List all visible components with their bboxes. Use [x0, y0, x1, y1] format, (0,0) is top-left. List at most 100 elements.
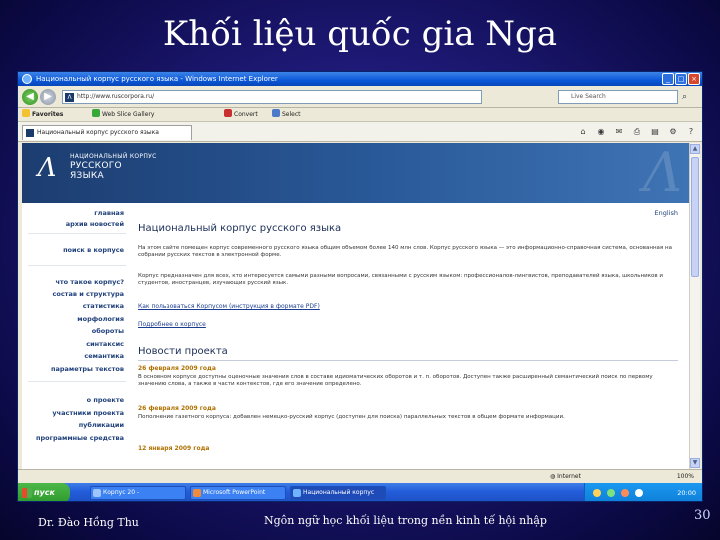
taskbar-item-ie[interactable]: Национальный корпус — [290, 486, 386, 500]
footer-topic: Ngôn ngữ học khối liệu trong nền kinh tế… — [264, 514, 547, 527]
maximize-icon[interactable]: □ — [675, 73, 687, 85]
tray-icon[interactable] — [607, 489, 615, 497]
search-placeholder: Live Search — [571, 93, 606, 100]
ie-taskbar-icon — [293, 489, 301, 497]
sidebar-item-structure[interactable]: состав и структура — [53, 290, 124, 298]
taskbar-item-powerpoint[interactable]: Microsoft PowerPoint — [190, 486, 286, 500]
footer-author: Dr. Đào Hồng Thu — [38, 516, 139, 529]
address-input[interactable]: Λ http://www.ruscorpora.ru/ — [62, 90, 482, 104]
sidebar-item-software[interactable]: программные средства — [36, 434, 124, 442]
pdf-icon — [224, 109, 232, 117]
intro-text: На этом сайте помещен корпус современног… — [138, 245, 672, 258]
forward-button[interactable]: ▶ — [40, 89, 56, 105]
address-text: http://www.ruscorpora.ru/ — [77, 93, 155, 100]
select-icon — [272, 109, 280, 117]
zoom-level[interactable]: 100% — [677, 470, 694, 483]
sidebar-item-syntax[interactable]: синтаксис — [86, 340, 124, 348]
tab-ruscorpora[interactable]: Национальный корпус русского языка — [22, 125, 192, 140]
favorites-bar: Favorites Web Slice Gallery Convert Sele… — [18, 108, 702, 122]
web-slice-link[interactable]: Web Slice Gallery — [92, 108, 154, 122]
web-page: Λ НАЦИОНАЛЬНЫЙ КОРПУС РУССКОГО ЯЗЫКА Λ г… — [22, 143, 690, 469]
scroll-thumb[interactable] — [691, 157, 699, 277]
news-text: В основном корпусе доступны оценочные зн… — [138, 374, 653, 387]
page-number: 30 — [694, 508, 711, 523]
logo-watermark-icon: Λ — [643, 143, 682, 204]
minimize-icon[interactable]: _ — [662, 73, 674, 85]
sidebar-item-participants[interactable]: участники проекта — [52, 409, 124, 417]
more-about-link[interactable]: Подробнее о корпусе — [138, 321, 206, 328]
tools-icon[interactable]: ⚙ — [668, 127, 678, 137]
news-heading: Новости проекта — [138, 346, 228, 357]
purpose-text: Корпус предназначен для всех, кто интере… — [138, 273, 663, 286]
address-bar: ◀ ▶ Λ http://www.ruscorpora.ru/ Live Sea… — [18, 86, 702, 108]
window-title: Национальный корпус русского языка - Win… — [36, 75, 278, 83]
clock[interactable]: 20:00 — [677, 483, 696, 501]
sidebar-item-phrases[interactable]: обороты — [92, 327, 124, 335]
sidebar-nav: главная архив новостей поиск в корпусе ч… — [22, 203, 128, 469]
tab-title: Национальный корпус русского языка — [37, 129, 159, 136]
scroll-down-icon[interactable]: ▼ — [690, 458, 700, 468]
back-button[interactable]: ◀ — [22, 89, 38, 105]
site-logo-text: НАЦИОНАЛЬНЫЙ КОРПУС РУССКОГО ЯЗЫКА — [70, 153, 157, 181]
news-divider — [138, 360, 678, 361]
ruscorpora-logo-icon[interactable]: Λ — [30, 151, 64, 185]
start-button[interactable]: пуск — [18, 483, 70, 501]
sidebar-divider — [28, 265, 126, 266]
page-title: Национальный корпус русского языка — [138, 223, 342, 234]
tray-icon[interactable] — [621, 489, 629, 497]
sidebar-item-morphology[interactable]: морфология — [77, 315, 124, 323]
close-icon[interactable]: × — [688, 73, 700, 85]
favorites-link[interactable]: Favorites — [22, 108, 63, 122]
news-text: Пополнение газетного корпуса: добавлен н… — [138, 414, 565, 420]
site-favicon-icon: Λ — [65, 93, 74, 102]
sidebar-item-what-is-corpus[interactable]: что такое корпус? — [55, 278, 124, 286]
select-button[interactable]: Select — [272, 108, 301, 122]
status-bar: ◍ Internet 100% — [18, 469, 702, 483]
feeds-icon[interactable]: ◉ — [596, 127, 606, 137]
security-zone: ◍ Internet — [550, 473, 581, 480]
sidebar-item-publications[interactable]: публикации — [79, 421, 124, 429]
internet-explorer-icon — [22, 74, 32, 84]
sidebar-item-semantics[interactable]: семантика — [84, 352, 124, 360]
search-icon[interactable]: ⌕ — [682, 91, 694, 103]
news-date: 12 января 2009 года — [138, 445, 210, 452]
page-scrollbar[interactable]: ▲ ▼ — [689, 143, 700, 469]
sidebar-item-about[interactable]: о проекте — [87, 396, 124, 404]
browser-window: Национальный корпус русского языка - Win… — [17, 71, 703, 502]
print-icon[interactable]: ⎙ — [632, 127, 642, 137]
mail-icon[interactable]: ✉ — [614, 127, 624, 137]
sidebar-item-news-archive[interactable]: архив новостей — [66, 220, 124, 228]
sidebar-item-search[interactable]: поиск в корпусе — [63, 246, 124, 254]
sidebar-item-text-params[interactable]: параметры текстов — [51, 365, 124, 373]
word-icon — [93, 489, 101, 497]
sidebar-item-home[interactable]: главная — [94, 209, 124, 217]
sidebar-item-statistics[interactable]: статистика — [83, 302, 124, 310]
tab-favicon-icon — [26, 129, 34, 137]
english-link[interactable]: English — [655, 209, 678, 217]
page-menu-icon[interactable]: ▤ — [650, 127, 660, 137]
main-content: English Национальный корпус русского язы… — [132, 203, 688, 469]
volume-icon[interactable] — [635, 489, 643, 497]
windows-taskbar: пуск Корпус 20 - Microsoft PowerPoint На… — [18, 483, 702, 501]
window-controls: _ □ × — [662, 73, 700, 85]
star-icon — [22, 109, 30, 117]
sidebar-divider — [28, 233, 126, 234]
search-input[interactable]: Live Search — [558, 90, 678, 104]
tab-bar: Национальный корпус русского языка ⌂ ◉ ✉… — [18, 122, 702, 142]
system-tray: 20:00 — [584, 483, 702, 501]
slide-title: Khối liệu quốc gia Nga — [162, 14, 558, 54]
command-bar: ⌂ ◉ ✉ ⎙ ▤ ⚙ ? — [578, 127, 696, 137]
news-date: 26 февраля 2009 года — [138, 405, 216, 412]
window-titlebar[interactable]: Национальный корпус русского языка - Win… — [18, 72, 702, 86]
help-icon[interactable]: ? — [686, 127, 696, 137]
tray-icon[interactable] — [593, 489, 601, 497]
convert-button[interactable]: Convert — [224, 108, 258, 122]
home-icon[interactable]: ⌂ — [578, 127, 588, 137]
web-slice-icon — [92, 109, 100, 117]
site-banner: Λ НАЦИОНАЛЬНЫЙ КОРПУС РУССКОГО ЯЗЫКА Λ — [22, 143, 690, 203]
sidebar-divider — [28, 381, 126, 382]
taskbar-item-word[interactable]: Корпус 20 - — [90, 486, 186, 500]
howto-link[interactable]: Как пользоваться Корпусом (инструкция в … — [138, 303, 320, 310]
windows-flag-icon — [22, 488, 32, 498]
scroll-up-icon[interactable]: ▲ — [690, 144, 700, 154]
